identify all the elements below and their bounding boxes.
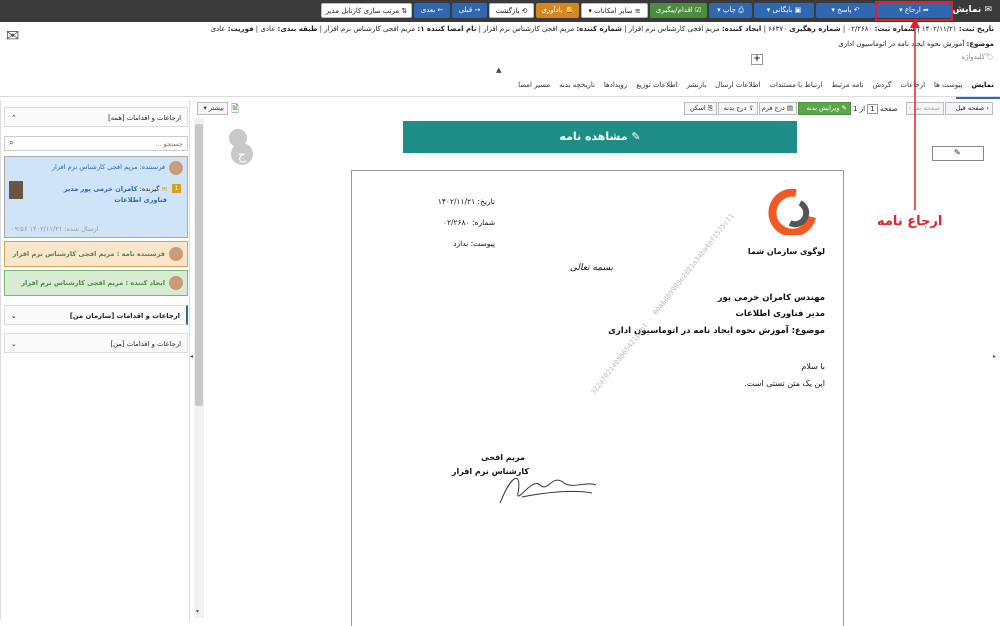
scrollbar-thumb[interactable] (195, 124, 203, 406)
pen-icon: ✎ (954, 148, 961, 157)
annotation-label: ارجاع نامه (877, 214, 943, 229)
letter-info-line: تاریخ ثبت: ۱۴۰۲/۱۱/۲۱ | شماره ثبت: ۰۲/۲۶… (210, 25, 994, 33)
bismillah: بسمه تعالی (569, 263, 613, 273)
recipient-name: مهندس کامران خرمی پور (717, 293, 825, 303)
section-my-org[interactable]: ارجاعات و اقدامات [سازمان من] ⌄ (4, 305, 188, 325)
sort-icon: ⇅ (401, 7, 408, 15)
organization-logo (766, 188, 822, 237)
tab-republish[interactable]: بازنشر (687, 81, 707, 95)
edit-note-icon: ✎ (631, 130, 641, 143)
scanner-icon: ⎘ (707, 104, 713, 112)
tab-distribution[interactable]: اطلاعات توزیع (636, 81, 677, 95)
tab-body-history[interactable]: تاریخچه بدنه (559, 81, 595, 95)
priority-badge: 1 (172, 184, 181, 193)
avatar-male (9, 181, 23, 199)
section-all[interactable]: ارجاعات و اقدامات [همه] ⌃ (4, 107, 188, 127)
avatar-female (169, 276, 183, 290)
reminder-button[interactable]: 🔔 یادآوری (536, 3, 579, 18)
edit-body-button[interactable]: ✎ ویرایش بدنه (798, 102, 851, 115)
arrow-left-icon: ← (437, 6, 444, 14)
tab-send-info[interactable]: اطلاعات ارسال (715, 81, 760, 95)
plugin-icon: ج (224, 126, 256, 168)
collapse-header-icon[interactable]: ▲ (496, 66, 501, 74)
action-button[interactable]: ☑ اقدام/پیگیری (650, 3, 707, 18)
search-box: ⌕ (4, 136, 188, 151)
more-options-button[interactable]: ≡ سایر امکانات ▾ (581, 3, 648, 18)
signature-image (492, 463, 602, 513)
avatar-female (169, 161, 183, 175)
next-button[interactable]: ← بعدی (414, 3, 450, 18)
tab-documents[interactable]: ارتباط با مستندات (769, 81, 822, 95)
back-icon: ⟲ (521, 7, 528, 15)
tab-flow[interactable]: گردش (873, 81, 892, 95)
page-input[interactable]: 1 (867, 104, 878, 114)
arrow-right-icon: → (474, 6, 481, 14)
tab-attachments[interactable]: پیوست ها (934, 81, 962, 95)
upload-icon: ⇪ (748, 104, 754, 112)
scroll-down-icon[interactable]: ▾ (196, 608, 199, 615)
insert-form-button[interactable]: ▤ درج فرم (759, 102, 797, 115)
previous-button[interactable]: → قبلی (452, 3, 487, 18)
bell-icon: 🔔 (564, 6, 574, 14)
tab-divider (0, 96, 1000, 97)
referrals-panel: ارجاعات و اقدامات [همه]⌃ ⌕ فرستنده: مریم… (0, 100, 190, 620)
reply-button[interactable]: ↶ پاسخ ▾ (816, 3, 875, 18)
chevron-down-icon: ⌄ (11, 340, 17, 348)
insert-body-button[interactable]: ⇪ درج بدنه (718, 102, 758, 115)
section-me[interactable]: ارجاعات و اقدامات [من] ⌄ (4, 333, 188, 353)
print-button[interactable]: ⎙ چاپ ▾ (709, 3, 752, 18)
form-icon: ▤ (786, 104, 793, 112)
scan-button[interactable]: ⎘ اسکن (684, 102, 717, 115)
signature-doc-icon[interactable]: 🗎 (231, 102, 239, 119)
prev-page-button[interactable]: ‹ صفحه قبل (945, 102, 993, 115)
toolbar-title: ✉ نمایش (952, 5, 992, 15)
tab-view[interactable]: نمایش (972, 81, 994, 95)
signature-stamp-field[interactable]: ✎ (932, 146, 984, 161)
letter-date: تاریخ: ۱۴۰۲/۱۱/۲۱ (437, 197, 495, 206)
edit-icon: ✎ (841, 104, 847, 112)
avatar-female (169, 247, 183, 261)
print-icon: ⎙ (738, 6, 744, 14)
logo-caption: لوگوی سازمان شما (747, 247, 825, 256)
keyword-row: 🏷کلیدواژه (961, 53, 994, 61)
search-input[interactable] (27, 137, 187, 150)
tag-icon: 🏷 (985, 53, 994, 61)
chevron-down-icon: ⌄ (11, 312, 17, 320)
letter-greeting: با سلام (801, 362, 825, 371)
mail-icon: ✉ (984, 5, 992, 15)
letter-attachment: پیوست: ندارد (453, 239, 495, 248)
page-indicator: صفحه 1 از 1 (853, 104, 898, 114)
active-tab-indicator (956, 97, 1000, 99)
back-button[interactable]: ⟲ بازگشت (489, 3, 534, 18)
tab-events[interactable]: رویدادها (604, 81, 627, 95)
tab-sign-path[interactable]: مسیر امضا (518, 81, 550, 95)
reply-icon: ↶ (853, 6, 860, 14)
view-letter-banner: ✎ مشاهده نامه (403, 121, 797, 153)
letter-number: شماره: ۰۲/۲۶۸۰ (442, 218, 495, 227)
envelope-icon: ✉ (161, 185, 167, 193)
signer-name: مریم افجی (481, 453, 525, 462)
expand-panel-icon[interactable]: ▸ (993, 353, 996, 360)
referral-card-3[interactable]: ایجاد کننده : مریم افجی کارشناس نرم افزا… (4, 270, 188, 296)
archive-icon: ▣ (794, 6, 802, 14)
annotation-arrow (910, 18, 920, 210)
envelope-check-icon[interactable]: ✉ (6, 26, 19, 45)
letter-paper: لوگوی سازمان شما تاریخ: ۱۴۰۲/۱۱/۲۱ شماره… (351, 170, 844, 626)
list-icon: ≡ (634, 7, 641, 15)
referral-card-1[interactable]: فرستنده: مریم افجی کارشناس نرم افزار 1 ✉… (4, 156, 188, 238)
chevron-up-icon: ⌃ (11, 114, 17, 122)
check-icon: ☑ (694, 6, 702, 14)
letter-body: این یک متن تستی است. (744, 379, 825, 388)
collapse-panel-icon[interactable]: ◂ (190, 353, 193, 360)
more-menu-button[interactable]: بیشتر ▾ (197, 102, 228, 115)
search-icon[interactable]: ⌕ (9, 138, 13, 148)
add-keyword-button[interactable]: + (751, 54, 763, 65)
main-toolbar: ✉ نمایش ➦ ارجاع ▾ ↶ پاسخ ▾ ▣ بایگانی ▾ ⎙… (0, 0, 1000, 22)
svg-text:ج: ج (238, 148, 247, 163)
archive-button[interactable]: ▣ بایگانی ▾ (754, 3, 814, 18)
recipient-title: مدیر فناوری اطلاعات (735, 309, 825, 319)
sort-cartable-button[interactable]: ⇅ مرتب سازی کارتابل مدیر (321, 3, 412, 18)
tab-related[interactable]: نامه مرتبط (831, 81, 863, 95)
referral-card-2[interactable]: فرستنده نامه : مریم افجی کارشناس نرم افز… (4, 241, 188, 267)
